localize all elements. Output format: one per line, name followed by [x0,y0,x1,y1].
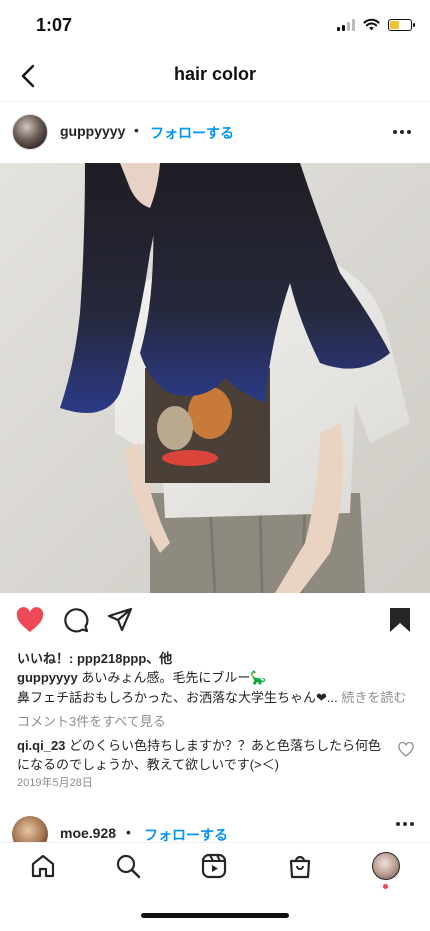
wifi-icon [363,18,380,31]
nav-shop[interactable] [285,851,315,881]
more-options-button[interactable] [390,120,414,144]
shop-icon [289,855,311,879]
post-avatar[interactable] [12,114,48,150]
comment-icon [64,608,89,633]
save-button[interactable] [384,604,416,636]
reels-icon [201,853,227,879]
comment-button[interactable] [60,604,92,636]
post-header: guppyyyy • フォローする [0,110,430,154]
caption-username[interactable]: guppyyyy [17,670,78,685]
heart-filled-icon [16,607,44,632]
next-separator-dot: • [126,824,131,840]
view-all-comments-link[interactable]: コメント3件をすべて見る [17,711,166,730]
next-post-username[interactable]: moe.928 [60,825,116,841]
likes-count[interactable]: いいね！: ppp218ppp、他 [17,648,172,667]
send-icon [107,607,133,632]
more-horizontal-icon [393,130,397,134]
share-button[interactable] [104,604,136,636]
follow-button[interactable]: フォローする [150,123,234,143]
comment-text: どのくらい色持ちしますか？？あと色落ちしたら何色になるのでしょうか、教えて欲しい… [17,738,382,772]
post-actions [0,604,430,638]
caption-text-line2: 鼻フェチ話おもしろかった、お洒落な大学生ちゃん❤︎... [17,690,338,705]
comment: qi.qi_23 どのくらい色持ちしますか？？あと色落ちしたら何色になるのでしょ… [17,736,389,774]
post-username[interactable]: guppyyyy [60,123,125,139]
post-caption: guppyyyy あいみょん感。毛先にブルー🦕 鼻フェチ話おもしろかった、お洒落… [17,668,417,708]
status-icons [337,18,415,31]
nav-profile[interactable] [371,851,401,889]
profile-avatar [372,852,400,880]
notification-dot [383,884,388,889]
status-bar: 1:07 [0,0,430,50]
home-icon [31,854,55,878]
read-more-link[interactable]: 続きを読む [341,690,406,705]
next-post-avatar[interactable] [12,816,48,842]
post-date: 2019年5月28日 [17,777,93,789]
photo-image [0,163,430,593]
bookmark-filled-icon [390,608,410,632]
search-icon [116,854,141,879]
top-header: hair color [0,50,430,102]
next-follow-button[interactable]: フォローする [144,825,228,842]
status-time: 1:07 [36,15,73,35]
separator-dot: • [134,122,139,138]
page-title: hair color [173,64,257,84]
home-indicator[interactable] [141,913,289,918]
post-photo[interactable] [0,163,430,593]
bottom-nav [0,842,430,890]
next-post-header: moe.928 • フォローする [0,812,430,842]
signal-icon [337,18,355,31]
nav-reels[interactable] [199,851,229,881]
more-horizontal-icon [396,822,400,826]
comment-username[interactable]: qi.qi_23 [17,738,65,753]
next-more-options-button[interactable] [396,822,414,826]
like-button[interactable] [14,604,46,636]
battery-icon [388,18,415,31]
comment-like-button[interactable] [398,741,414,758]
heart-outline-icon [398,741,414,757]
nav-home[interactable] [28,851,58,881]
nav-search[interactable] [113,851,143,881]
caption-text-line1: あいみょん感。毛先にブルー🦕 [81,670,267,685]
